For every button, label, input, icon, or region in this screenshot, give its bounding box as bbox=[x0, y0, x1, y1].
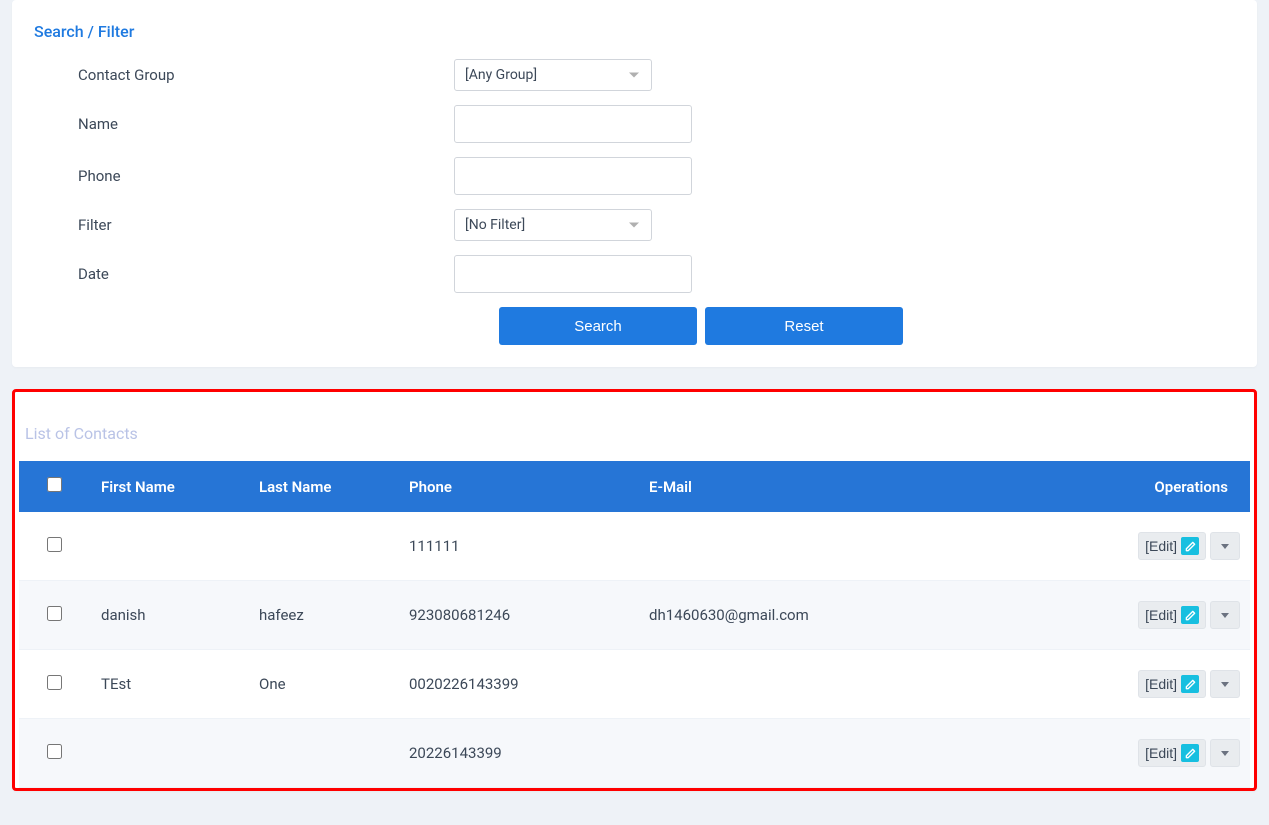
header-phone: Phone bbox=[397, 461, 637, 512]
edit-button[interactable]: [Edit] bbox=[1138, 601, 1206, 629]
cell-last-name: hafeez bbox=[247, 581, 397, 650]
table-row: TEstOne0020226143399 [Edit] bbox=[19, 650, 1250, 719]
chevron-down-icon bbox=[629, 73, 639, 78]
table-header-row: First Name Last Name Phone E-Mail Operat… bbox=[19, 461, 1250, 512]
edit-button[interactable]: [Edit] bbox=[1138, 739, 1206, 767]
chevron-down-icon bbox=[1221, 544, 1229, 549]
row-checkbox[interactable] bbox=[47, 537, 62, 552]
contacts-card: List of Contacts First Name Last Name Ph… bbox=[12, 389, 1257, 791]
ops-group: [Edit] bbox=[1138, 739, 1240, 767]
row-date: Date bbox=[34, 255, 1235, 293]
contacts-table: First Name Last Name Phone E-Mail Operat… bbox=[19, 461, 1250, 788]
edit-button[interactable]: [Edit] bbox=[1138, 532, 1206, 560]
row-filter: Filter [No Filter] bbox=[34, 209, 1235, 241]
filter-selected: [No Filter] bbox=[465, 217, 525, 233]
row-checkbox-cell bbox=[19, 650, 89, 719]
row-menu-button[interactable] bbox=[1210, 601, 1240, 629]
contact-group-select[interactable]: [Any Group] bbox=[454, 59, 652, 91]
cell-operations: [Edit] bbox=[1090, 512, 1250, 581]
cell-phone: 0020226143399 bbox=[397, 650, 637, 719]
edit-button-label: [Edit] bbox=[1145, 745, 1177, 761]
phone-input[interactable] bbox=[454, 157, 692, 195]
cell-phone: 111111 bbox=[397, 512, 637, 581]
row-phone: Phone bbox=[34, 157, 1235, 195]
search-filter-title: Search / Filter bbox=[34, 22, 1235, 41]
row-checkbox-cell bbox=[19, 719, 89, 788]
chevron-down-icon bbox=[629, 223, 639, 228]
label-date: Date bbox=[34, 265, 454, 283]
filter-select[interactable]: [No Filter] bbox=[454, 209, 652, 241]
name-input[interactable] bbox=[454, 105, 692, 143]
cell-first-name bbox=[89, 719, 247, 788]
chevron-down-icon bbox=[1221, 751, 1229, 756]
reset-button[interactable]: Reset bbox=[705, 307, 903, 345]
ops-group: [Edit] bbox=[1138, 532, 1240, 560]
row-checkbox-cell bbox=[19, 512, 89, 581]
pencil-icon bbox=[1181, 606, 1199, 624]
date-input[interactable] bbox=[454, 255, 692, 293]
row-checkbox[interactable] bbox=[47, 606, 62, 621]
header-first-name: First Name bbox=[89, 461, 247, 512]
header-email: E-Mail bbox=[637, 461, 1090, 512]
chevron-down-icon bbox=[1221, 613, 1229, 618]
pencil-icon bbox=[1181, 744, 1199, 762]
chevron-down-icon bbox=[1221, 682, 1229, 687]
contacts-title: List of Contacts bbox=[19, 424, 1250, 443]
row-checkbox[interactable] bbox=[47, 675, 62, 690]
header-checkbox-cell bbox=[19, 461, 89, 512]
edit-button[interactable]: [Edit] bbox=[1138, 670, 1206, 698]
cell-email: dh1460630@gmail.com bbox=[637, 581, 1090, 650]
pencil-icon bbox=[1181, 675, 1199, 693]
cell-last-name bbox=[247, 719, 397, 788]
row-menu-button[interactable] bbox=[1210, 739, 1240, 767]
row-checkbox-cell bbox=[19, 581, 89, 650]
edit-button-label: [Edit] bbox=[1145, 607, 1177, 623]
label-phone: Phone bbox=[34, 167, 454, 185]
label-contact-group: Contact Group bbox=[34, 66, 454, 84]
cell-last-name: One bbox=[247, 650, 397, 719]
ops-group: [Edit] bbox=[1138, 601, 1240, 629]
header-last-name: Last Name bbox=[247, 461, 397, 512]
cell-operations: [Edit] bbox=[1090, 650, 1250, 719]
header-operations: Operations bbox=[1090, 461, 1250, 512]
cell-first-name: danish bbox=[89, 581, 247, 650]
cell-phone: 923080681246 bbox=[397, 581, 637, 650]
row-contact-group: Contact Group [Any Group] bbox=[34, 59, 1235, 91]
cell-first-name bbox=[89, 512, 247, 581]
search-filter-card: Search / Filter Contact Group [Any Group… bbox=[12, 0, 1257, 367]
ops-group: [Edit] bbox=[1138, 670, 1240, 698]
cell-operations: [Edit] bbox=[1090, 581, 1250, 650]
search-button[interactable]: Search bbox=[499, 307, 697, 345]
select-all-checkbox[interactable] bbox=[47, 477, 62, 492]
row-menu-button[interactable] bbox=[1210, 532, 1240, 560]
table-row: danishhafeez923080681246dh1460630@gmail.… bbox=[19, 581, 1250, 650]
row-checkbox[interactable] bbox=[47, 744, 62, 759]
edit-button-label: [Edit] bbox=[1145, 676, 1177, 692]
cell-email bbox=[637, 650, 1090, 719]
label-filter: Filter bbox=[34, 216, 454, 234]
label-name: Name bbox=[34, 115, 454, 133]
cell-first-name: TEst bbox=[89, 650, 247, 719]
cell-last-name bbox=[247, 512, 397, 581]
cell-email bbox=[637, 719, 1090, 788]
cell-phone: 20226143399 bbox=[397, 719, 637, 788]
filter-buttons: Search Reset bbox=[499, 307, 1235, 345]
row-menu-button[interactable] bbox=[1210, 670, 1240, 698]
table-row: 20226143399 [Edit] bbox=[19, 719, 1250, 788]
contact-group-selected: [Any Group] bbox=[465, 67, 537, 83]
row-name: Name bbox=[34, 105, 1235, 143]
cell-operations: [Edit] bbox=[1090, 719, 1250, 788]
edit-button-label: [Edit] bbox=[1145, 538, 1177, 554]
pencil-icon bbox=[1181, 537, 1199, 555]
table-row: 111111 [Edit] bbox=[19, 512, 1250, 581]
cell-email bbox=[637, 512, 1090, 581]
